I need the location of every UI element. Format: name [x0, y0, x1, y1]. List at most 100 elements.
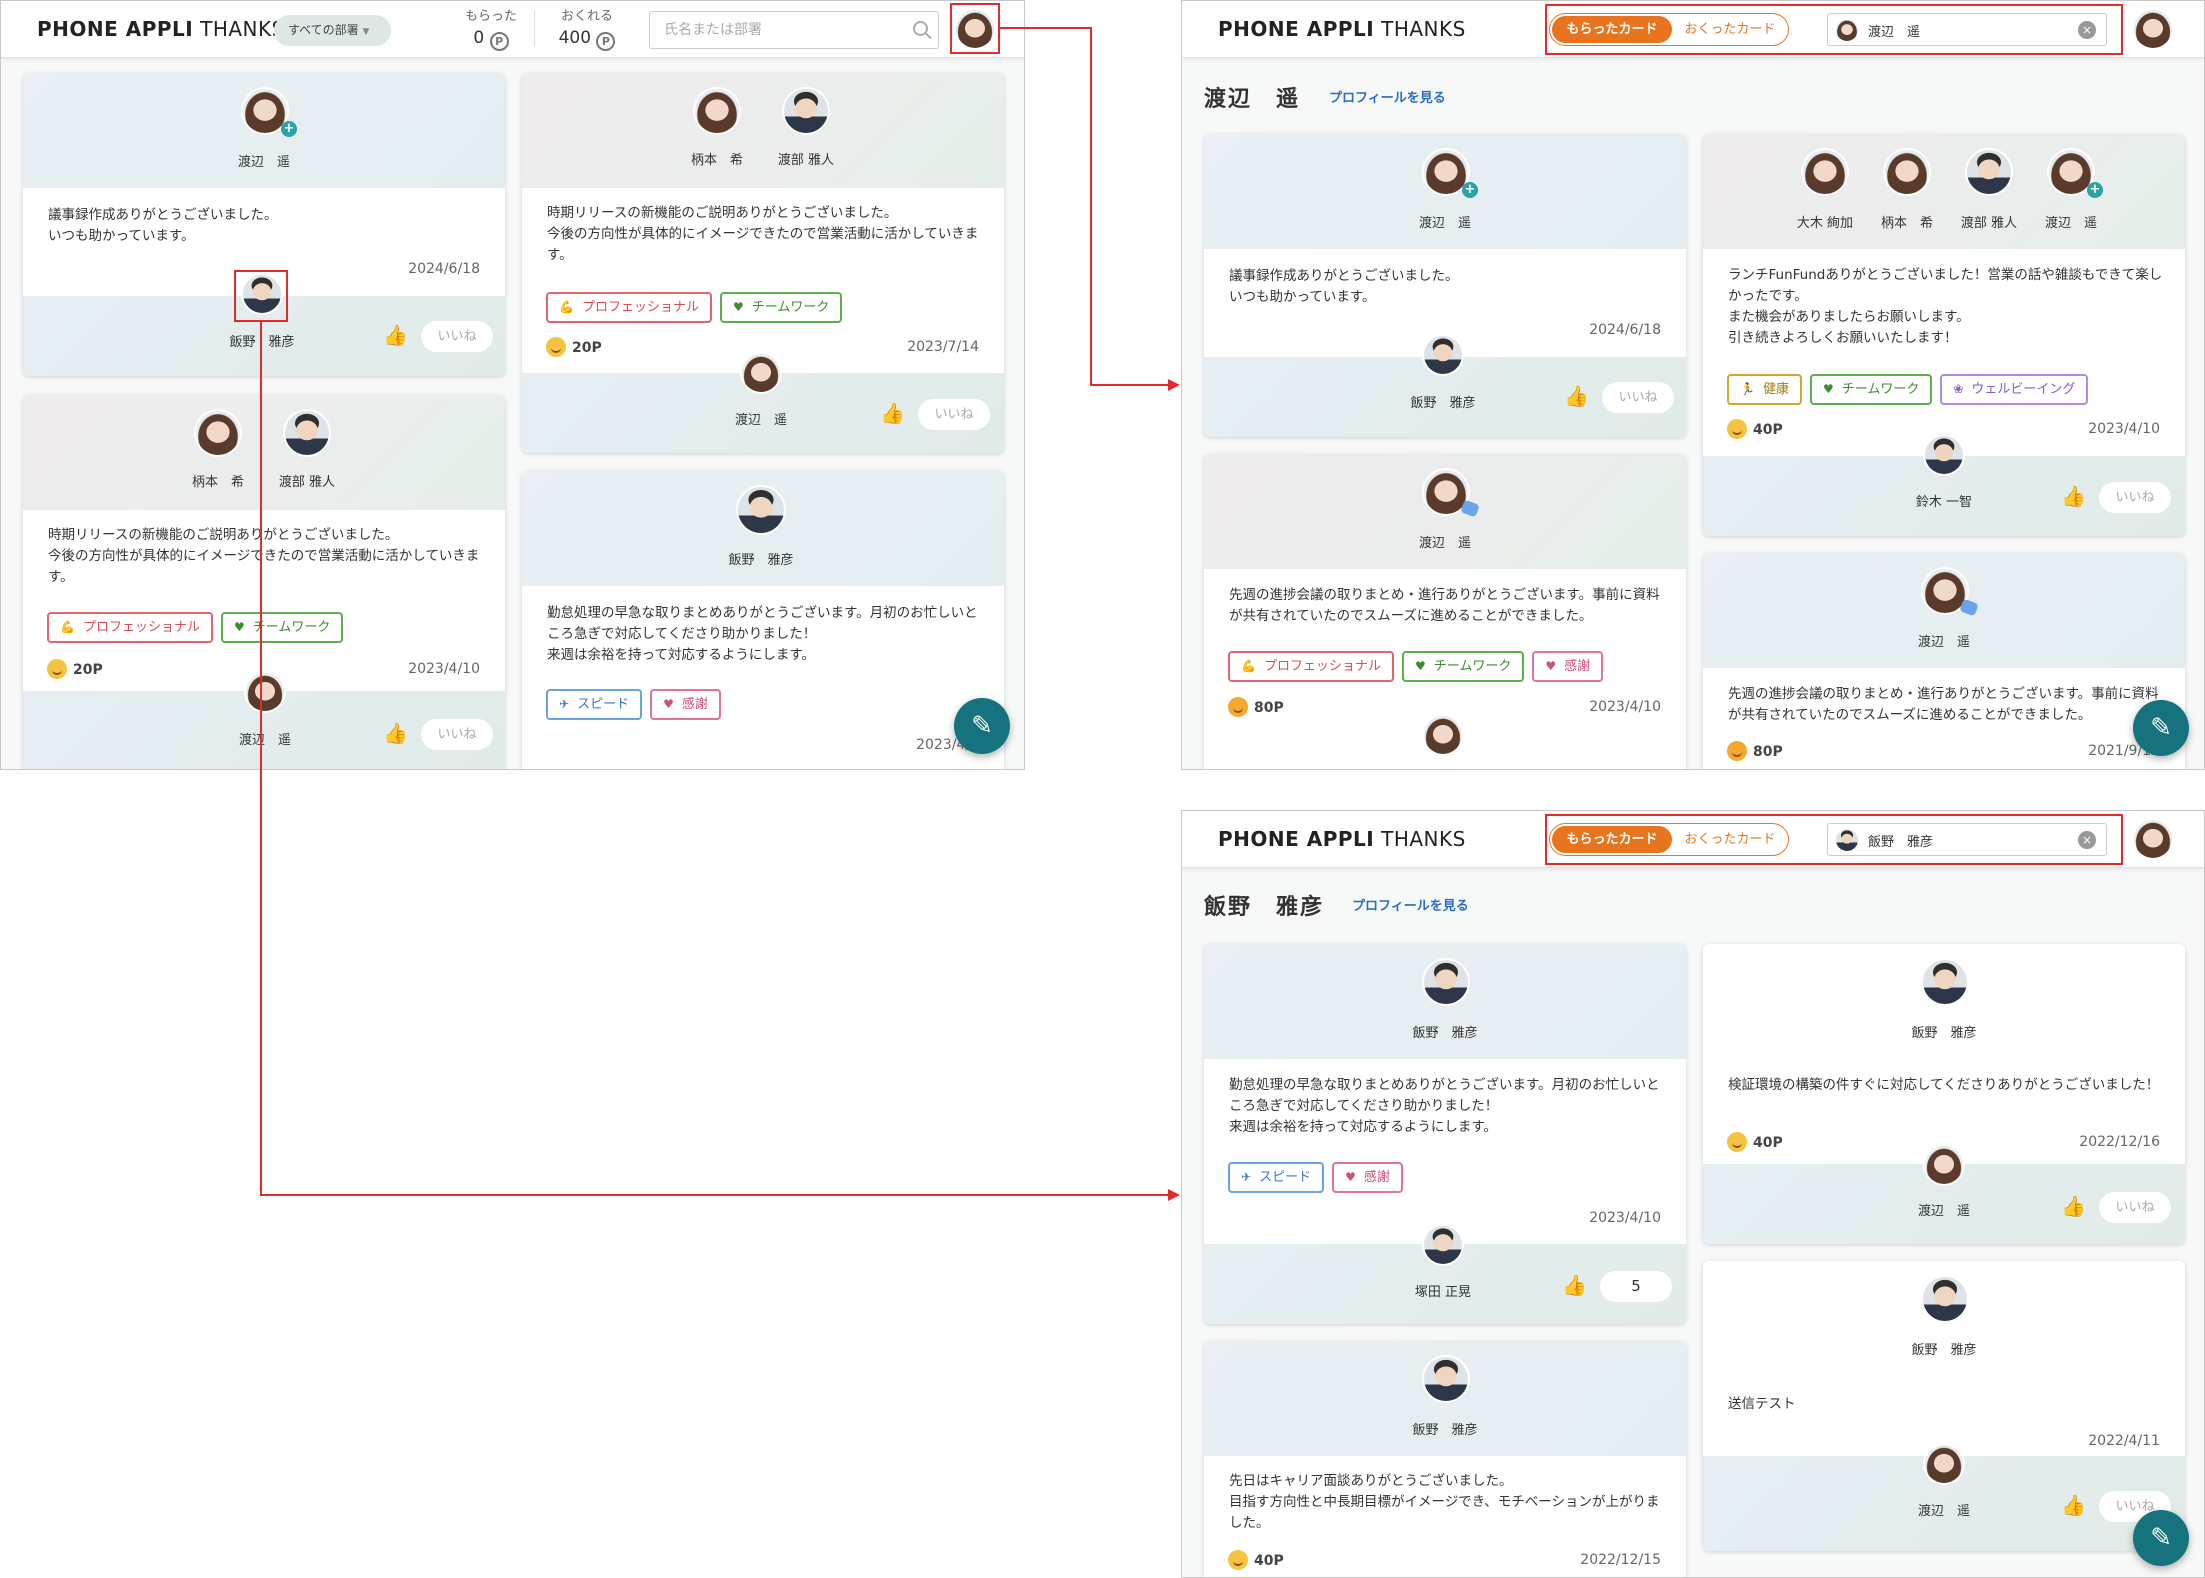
card-date: 2024/6/18 [1589, 322, 1661, 338]
card-message: 勤怠処理の早急な取りまとめありがとうございます。月初のお忙しいところ急ぎで対応し… [547, 605, 978, 663]
tag-health: 🏃 健康 [1727, 374, 1802, 405]
pencil-icon: ✎ [2150, 713, 2172, 743]
like-button[interactable]: いいね [421, 719, 493, 750]
pencil-icon: ✎ [2150, 1523, 2172, 1553]
sender-avatar[interactable] [1424, 960, 1468, 1004]
like-button[interactable]: いいね [2099, 482, 2171, 513]
points-badge: 40P [1727, 1132, 1783, 1152]
like-button[interactable]: いいね [1602, 382, 1674, 413]
sender-name: 渡辺 遥 [1917, 635, 1971, 650]
sender-avatar[interactable] [695, 89, 739, 133]
thumbs-up-icon[interactable]: 👍 [2061, 1194, 2086, 1218]
search-input[interactable]: 氏名または部署 [649, 11, 939, 49]
sender-name: 渡辺 遥 [1418, 216, 1472, 231]
highlight-box [1545, 4, 2123, 55]
sender-name: 渡部 雅人 [777, 153, 835, 168]
sender-name: 柄本 希 [690, 153, 744, 168]
heart-eyes-icon [1228, 697, 1248, 717]
profile-screen-iino: PHONE APPLI THANKS もらったカード おくったカード 飯野 雅彦… [1181, 810, 2205, 1578]
sender-name: 渡辺 遥 [237, 155, 291, 170]
thanks-card[interactable]: 柄本 希 渡部 雅人 時期リリースの新機能のご説明ありがとうございました。 今後… [23, 395, 505, 769]
sender-avatar[interactable] [738, 487, 784, 533]
receiver-name: 渡辺 遥 [734, 413, 788, 428]
feed-screen: PHONE APPLI THANKS すべての部署 ▼ もらった 0 P おくれ… [0, 0, 1025, 770]
thumbs-up-icon[interactable]: 👍 [2061, 1493, 2086, 1517]
receiver-avatar[interactable] [1925, 1445, 1963, 1483]
receiver-name: 飯野 雅彦 [229, 335, 295, 350]
receiver-avatar[interactable] [246, 673, 284, 711]
smile-icon [1228, 1550, 1248, 1570]
smile-icon [546, 337, 566, 357]
receiver-avatar[interactable] [1424, 336, 1462, 374]
thumbs-up-icon[interactable]: 👍 [1562, 1273, 1587, 1297]
thanks-card[interactable]: 飯野 雅彦 送信テスト 2022/4/11 渡辺 遥 👍 いいね [1703, 1261, 2185, 1551]
thumbs-up-icon[interactable]: 👍 [2061, 484, 2086, 508]
edit-fab-button[interactable]: ✎ [2133, 1510, 2189, 1566]
thumbs-up-icon[interactable]: 👍 [383, 721, 408, 745]
thanks-card[interactable]: 飯野 雅彦 検証環境の構築の件すぐに対応してくださりありがとうございました！ 4… [1703, 944, 2185, 1244]
receiver-avatar[interactable] [1424, 1226, 1462, 1264]
receiver-name: 渡辺 遥 [238, 733, 292, 748]
edit-fab-button[interactable]: ✎ [2133, 700, 2189, 756]
like-button[interactable]: いいね [2099, 1192, 2171, 1223]
thanks-card[interactable]: + 渡辺 遥 議事録作成ありがとうございました。 いつも助かっています。 202… [1204, 134, 1686, 437]
sender-name: 飯野 雅彦 [728, 553, 794, 568]
arrowhead-icon [1168, 1189, 1180, 1201]
like-button[interactable]: いいね [421, 321, 493, 352]
view-profile-link[interactable]: プロフィールを見る [1352, 895, 1469, 914]
tag-speed: ✈ スピード [1228, 1162, 1325, 1193]
receiver-name: 渡辺 遥 [1917, 1504, 1971, 1519]
points-badge: 40P [1228, 1550, 1284, 1570]
heart-eyes-icon [1727, 741, 1747, 761]
sender-avatar[interactable] [1803, 150, 1847, 194]
sender-name: 渡辺 遥 [1418, 536, 1472, 551]
thanks-card[interactable]: 渡辺 遥 先週の進捗会議の取りまとめ・進行ありがとうございます。事前に資料が共有… [1703, 553, 2185, 769]
sender-avatar[interactable] [285, 411, 329, 455]
sender-name: 飯野 雅彦 [1412, 1026, 1478, 1041]
sender-avatar[interactable] [1923, 1277, 1967, 1321]
card-message: 送信テスト [1728, 1396, 1796, 1412]
like-button[interactable]: いいね [918, 399, 990, 430]
receiver-avatar[interactable] [1424, 716, 1462, 754]
thanks-card[interactable]: + 大木 絢加 柄本 希 渡部 雅人 渡辺 遥 ランチFunFundありがとうご… [1703, 134, 2185, 536]
like-count-button[interactable]: 5 [1600, 1271, 1672, 1302]
card-message: 勤怠処理の早急な取りまとめありがとうございます。月初のお忙しいところ急ぎで対応し… [1229, 1077, 1660, 1135]
view-profile-link[interactable]: プロフィールを見る [1329, 87, 1446, 106]
receiver-avatar[interactable] [1925, 436, 1963, 474]
sender-avatar[interactable] [1967, 150, 2011, 194]
thanks-card[interactable]: + 渡辺 遥 議事録作成ありがとうございました。 いつも助かっています。 202… [23, 73, 505, 376]
user-avatar[interactable] [2134, 820, 2172, 858]
app-logo[interactable]: PHONE APPLI THANKS [1218, 17, 1466, 41]
app-logo[interactable]: PHONE APPLI THANKS [1218, 827, 1466, 851]
app-logo[interactable]: PHONE APPLI THANKS [37, 17, 285, 41]
thanks-card[interactable]: 飯野 雅彦 勤怠処理の早急な取りまとめありがとうございます。月初のお忙しいところ… [1204, 944, 1686, 1324]
points-badge: 20P [47, 659, 103, 679]
receiver-avatar[interactable] [1925, 1146, 1963, 1184]
user-avatar[interactable] [2134, 10, 2172, 48]
department-filter[interactable]: すべての部署 ▼ [274, 15, 391, 46]
card-message: 検証環境の構築の件すぐに対応してくださりありがとうございました！ [1728, 1077, 2160, 1093]
tag-teamwork: ♥ チームワーク [220, 612, 344, 643]
sender-avatar[interactable] [1424, 1357, 1468, 1401]
thanks-card[interactable]: 飯野 雅彦 先日はキャリア面談ありがとうございました。 目指す方向性と中長期目標… [1204, 1341, 1686, 1577]
thanks-card[interactable]: 柄本 希 渡部 雅人 時期リリースの新機能のご説明ありがとうございました。 今後… [522, 73, 1004, 453]
tag-thanks: ♥ 感謝 [650, 689, 721, 720]
thanks-card[interactable]: 飯野 雅彦 勤怠処理の早急な取りまとめありがとうございます。月初のお忙しいところ… [522, 471, 1004, 769]
thumbs-up-icon[interactable]: 👍 [1564, 384, 1589, 408]
thanks-card[interactable]: 渡辺 遥 先週の進捗会議の取りまとめ・進行ありがとうございます。事前に資料が共有… [1204, 454, 1686, 769]
sender-avatar[interactable] [196, 411, 240, 455]
receiver-name: 塚田 正晃 [1414, 1285, 1472, 1300]
heart-icon: ♥ [663, 697, 674, 711]
thumbs-up-icon[interactable]: 👍 [383, 323, 408, 347]
flower-icon: ❀ [1953, 382, 1964, 396]
point-coin-icon: P [596, 32, 616, 51]
sender-avatar[interactable] [1885, 150, 1929, 194]
tag-teamwork: ♥ チームワーク [719, 292, 843, 323]
thumbs-up-icon[interactable]: 👍 [880, 401, 905, 425]
sender-avatar[interactable] [784, 89, 828, 133]
sender-avatar[interactable] [1923, 960, 1967, 1004]
plus-icon: + [2087, 182, 2103, 198]
edit-fab-button[interactable]: ✎ [954, 698, 1010, 754]
receiver-avatar[interactable] [742, 354, 780, 392]
points-badge: 80P [1727, 741, 1783, 761]
